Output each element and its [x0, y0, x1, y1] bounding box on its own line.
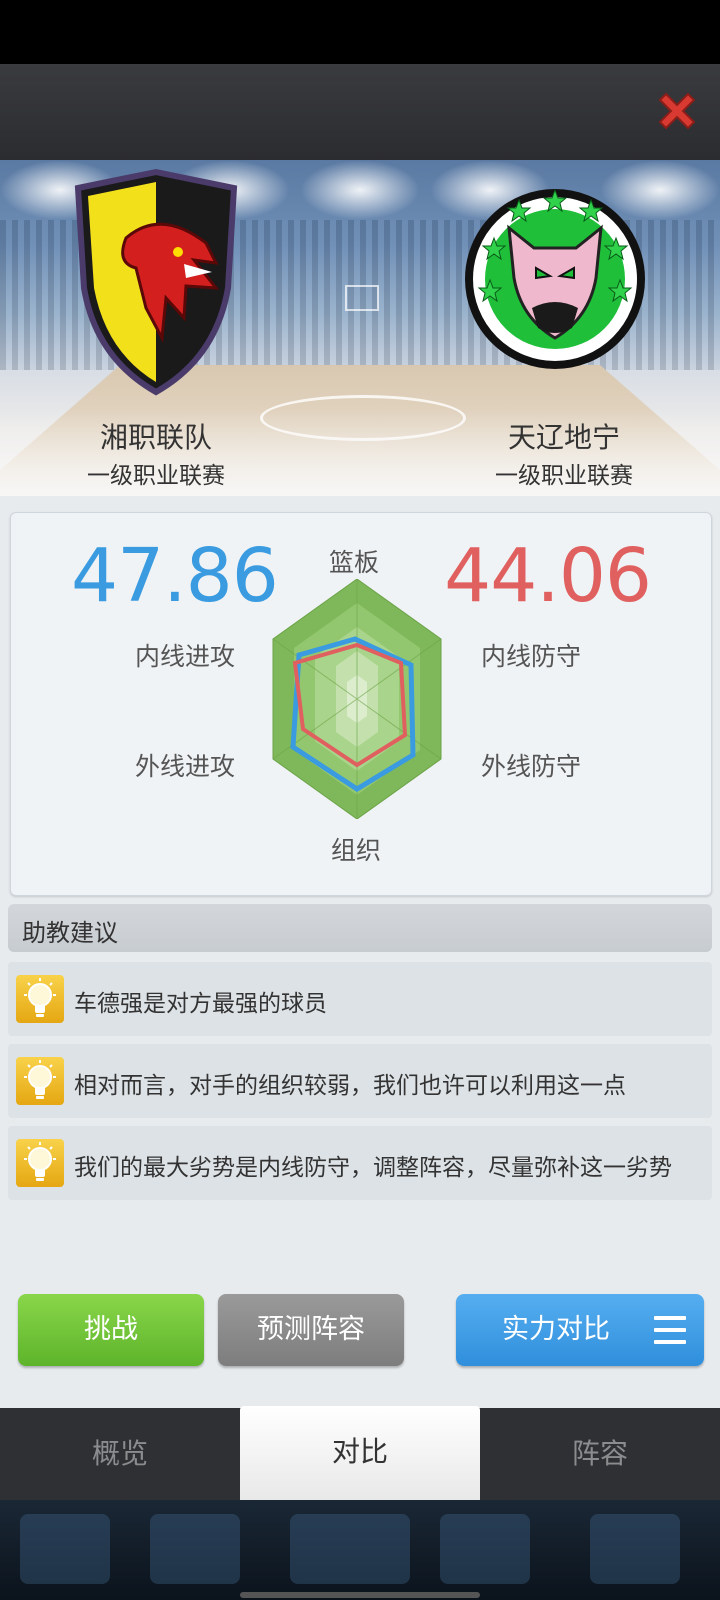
wolf-star-logo	[465, 188, 645, 369]
tab-overview[interactable]: 概览	[0, 1408, 240, 1500]
axis-label-inside-offense: 内线进攻	[135, 642, 236, 671]
axis-label-outside-offense: 外线进攻	[135, 752, 236, 781]
close-icon[interactable]	[652, 86, 702, 136]
axis-label-organization: 组织	[331, 836, 382, 865]
tab-lineup[interactable]: 阵容	[480, 1408, 720, 1500]
matchup-banner: 湘职联队 一级职业联赛 天辽地宁 一级职业联赛	[0, 160, 720, 496]
axis-label-rebound: 篮板	[329, 548, 380, 577]
advice-item: 我们的最大劣势是内线防守，调整阵容，尽量弥补这一劣势	[8, 1126, 712, 1200]
advice-item: 相对而言，对手的组织较弱，我们也许可以利用这一点	[8, 1044, 712, 1118]
advice-text: 车德强是对方最强的球员	[74, 991, 327, 1017]
tab-compare[interactable]: 对比	[240, 1406, 480, 1502]
advice-text: 我们的最大劣势是内线防守，调整阵容，尽量弥补这一劣势	[74, 1155, 672, 1181]
nav-item[interactable]	[150, 1514, 240, 1584]
nav-item[interactable]	[20, 1514, 110, 1584]
home-team-league: 一级职业联赛	[87, 463, 225, 489]
axis-label-outside-defense: 外线防守	[481, 752, 582, 781]
challenge-button[interactable]: 挑战	[18, 1294, 204, 1366]
tab-bar: 概览 对比 阵容	[0, 1406, 720, 1502]
axis-label-inside-defense: 内线防守	[481, 642, 582, 671]
advice-header-title: 助教建议	[22, 919, 118, 947]
home-indicator	[240, 1592, 480, 1598]
home-score: 47.86	[71, 533, 279, 619]
lightbulb-icon	[16, 975, 64, 1023]
advice-item: 车德强是对方最强的球员	[8, 962, 712, 1036]
lightbulb-icon	[16, 1139, 64, 1187]
strength-compare-card: 47.86 44.06 篮板 内线进攻 外线进攻 内线防守 外线防守 组织	[10, 512, 712, 896]
nav-item[interactable]	[440, 1514, 530, 1584]
advice-text: 相对而言，对手的组织较弱，我们也许可以利用这一点	[74, 1073, 626, 1099]
content-panel: 47.86 44.06 篮板 内线进攻 外线进攻 内线防守 外线防守 组织 助教…	[0, 496, 720, 1408]
dragon-shield-logo	[74, 168, 238, 396]
advice-header: 助教建议	[8, 904, 712, 952]
away-score: 44.06	[444, 533, 652, 619]
away-team-name: 天辽地宁	[507, 421, 620, 454]
status-bar	[0, 0, 720, 64]
strength-compare-label: 实力对比	[502, 1314, 610, 1345]
menu-icon[interactable]	[654, 1316, 686, 1344]
dialog-top-bar	[0, 64, 720, 160]
strength-compare-button[interactable]: 实力对比	[456, 1294, 704, 1366]
bottom-nav	[0, 1500, 720, 1600]
predict-lineup-button[interactable]: 预测阵容	[218, 1294, 404, 1366]
home-team-name: 湘职联队	[99, 421, 212, 454]
nav-item[interactable]	[590, 1514, 680, 1584]
radar-chart	[272, 579, 442, 819]
nav-item[interactable]	[290, 1514, 410, 1584]
away-team-league: 一级职业联赛	[495, 463, 633, 489]
lightbulb-icon	[16, 1057, 64, 1105]
